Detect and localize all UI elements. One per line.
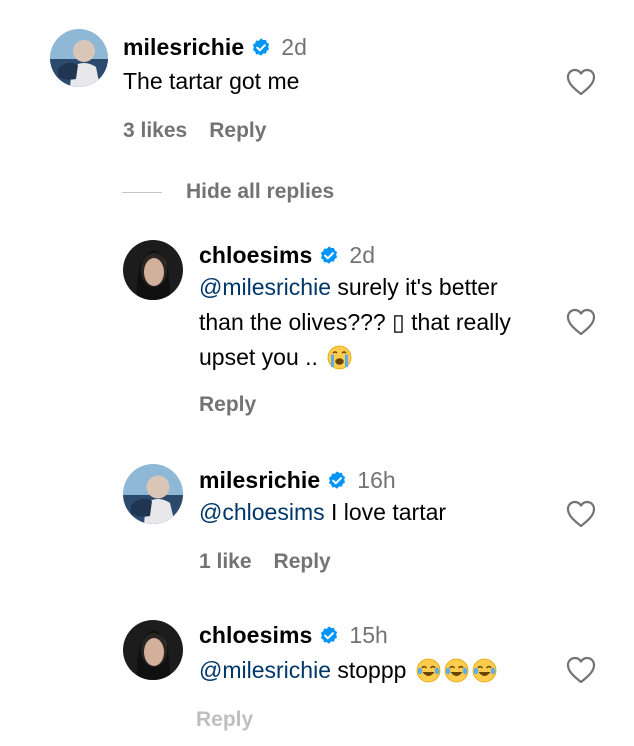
thread-divider [122, 191, 162, 193]
reply-button[interactable]: Reply [209, 119, 266, 143]
timestamp: 16h [357, 467, 396, 493]
verified-badge-icon [250, 37, 272, 59]
heart-outline-icon[interactable] [566, 500, 596, 528]
timestamp: 2d [281, 34, 307, 60]
comment-milesrichie-1: milesrichie 2d The tartar got me 3 likes… [0, 0, 634, 170]
reply-chloesims-2: chloesims 15h @milesrichie stoppp Reply [0, 610, 634, 746]
avatar[interactable] [123, 240, 183, 300]
comment-text-part: stoppp [330, 657, 413, 683]
mention-link[interactable]: @chloesims [199, 499, 325, 525]
comment-line: upset you .. [199, 340, 559, 375]
tears-of-joy-emoji [472, 658, 497, 683]
comment-header: chloesims 2d [199, 242, 375, 269]
heart-outline-icon[interactable] [566, 656, 596, 684]
comment-meta: 3 likes Reply [123, 119, 266, 143]
username[interactable]: milesrichie [199, 467, 320, 494]
comment-header: milesrichie 16h [199, 467, 396, 494]
mention-link[interactable]: @milesrichie [199, 657, 331, 683]
comment-text-part: I love tartar [324, 499, 447, 525]
comment-text: @milesrichie surely it's better than the… [199, 270, 559, 375]
comment-meta: Reply [196, 708, 253, 732]
reply-chloesims-1: chloesims 2d @milesrichie surely it's be… [0, 230, 634, 430]
timestamp: 2d [349, 242, 375, 268]
avatar[interactable] [123, 464, 183, 524]
hide-replies-toggle[interactable]: Hide all replies [122, 180, 334, 204]
tears-of-joy-emoji [416, 658, 441, 683]
mention-link[interactable]: @milesrichie [199, 274, 331, 300]
comment-meta: Reply [199, 393, 256, 417]
comment-text-part: surely it's better [330, 274, 498, 300]
reply-button[interactable]: Reply [196, 708, 253, 732]
avatar[interactable] [50, 29, 108, 87]
comment-line: @milesrichie surely it's better [199, 270, 559, 305]
verified-badge-icon [318, 245, 340, 267]
loudly-crying-face-emoji [327, 345, 352, 370]
timestamp: 15h [349, 622, 388, 648]
comment-meta: 1 like Reply [199, 550, 331, 574]
comment-header: chloesims 15h [199, 622, 388, 649]
reply-milesrichie-2: milesrichie 16h @chloesims I love tartar… [0, 455, 634, 595]
username[interactable]: chloesims [199, 242, 312, 269]
verified-badge-icon [326, 470, 348, 492]
comment-text: The tartar got me [123, 68, 300, 94]
username[interactable]: chloesims [199, 622, 312, 649]
verified-badge-icon [318, 625, 340, 647]
comment-line: than the olives??? ▯ that really [199, 309, 511, 335]
hide-replies-label: Hide all replies [186, 180, 335, 203]
likes-count[interactable]: 3 likes [123, 119, 187, 143]
avatar[interactable] [123, 620, 183, 680]
reply-button[interactable]: Reply [199, 393, 256, 417]
tears-of-joy-emoji [444, 658, 469, 683]
username[interactable]: milesrichie [123, 34, 244, 61]
likes-count[interactable]: 1 like [199, 550, 252, 574]
comment-header: milesrichie 2d [123, 34, 307, 61]
comment-text: @chloesims I love tartar [199, 495, 446, 530]
reply-button[interactable]: Reply [274, 550, 331, 574]
comment-text-part: upset you .. [199, 344, 325, 370]
heart-outline-icon[interactable] [566, 308, 596, 336]
comment-text: @milesrichie stoppp [199, 653, 497, 688]
heart-outline-icon[interactable] [566, 68, 596, 96]
